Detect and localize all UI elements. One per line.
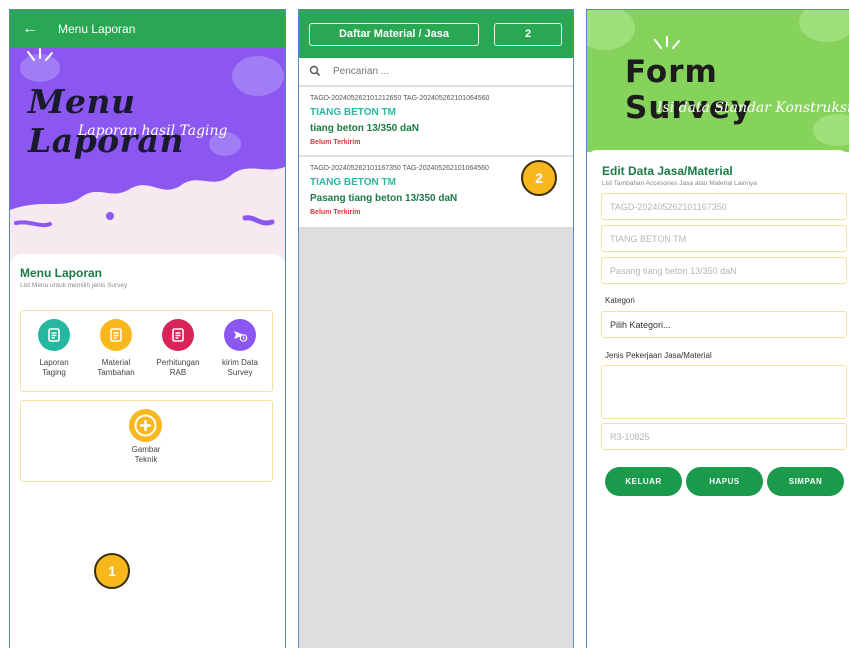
form-card: Edit Data Jasa/Material List Tambahan Ac… [587, 150, 849, 648]
list-title-pill: Daftar Material / Jasa [309, 23, 479, 46]
menu-laporan-screen: ← Menu Laporan Menu Laporan Laporan hasi… [9, 9, 286, 648]
app-bar: Daftar Material / Jasa 2 [299, 10, 573, 58]
item-count-pill: 2 [494, 23, 562, 46]
menu-item-gambar-teknik[interactable]: Gambar Teknik [20, 400, 273, 482]
document-icon [38, 319, 70, 351]
search-bar [299, 58, 573, 85]
menu-item-label: Laporan [39, 358, 69, 367]
item-description: tiang beton 13/350 daN [310, 123, 419, 134]
code-field[interactable]: R3-10825 [601, 423, 847, 450]
form-survey-screen: Form Survey Isi data Standar Konstruksi … [586, 9, 849, 648]
item-tag: TAGD-202405262101212650 TAG-202405262101… [310, 95, 490, 102]
hero-subtitle: Laporan hasil Taging [78, 123, 228, 139]
menu-item-label: Survey [227, 368, 253, 377]
menu-item-label: Taging [42, 368, 66, 377]
search-input[interactable] [333, 63, 533, 79]
hero-subtitle: Isi data Standar Konstruksi [657, 100, 849, 116]
tagd-field[interactable]: TAGD-202405262101167350 [601, 193, 847, 220]
jenis-pekerjaan-label: Jenis Pekerjaan Jasa/Material [605, 351, 712, 360]
material-field[interactable]: TIANG BETON TM [601, 225, 847, 252]
item-description: Pasang tiang beton 13/350 daN [310, 193, 458, 204]
item-status: Belum Terkirim [310, 139, 361, 146]
menu-subtitle: List Menu untuk memilih jenis Survey [20, 282, 128, 289]
simpan-button[interactable]: SIMPAN [767, 467, 844, 496]
jenis-pekerjaan-textarea[interactable] [601, 365, 847, 419]
hero-title: Menu Laporan [28, 82, 184, 160]
app-bar: ← Menu Laporan [10, 10, 285, 48]
list-item[interactable]: TAGD-202405262101212650 TAG-202405262101… [299, 87, 573, 155]
menu-item-laporan-taging[interactable]: Laporan Taging [24, 319, 84, 378]
item-name: TIANG BETON TM [310, 177, 396, 188]
menu-grid: Laporan Taging Material Tambahan Perhitung… [20, 310, 273, 392]
keluar-button[interactable]: KELUAR [605, 467, 682, 496]
search-icon [309, 64, 321, 82]
kategori-select[interactable]: Pilih Kategori... [601, 311, 847, 338]
menu-item-label: kirim Data [221, 358, 258, 367]
kategori-label: Kategori [605, 296, 635, 305]
form-subtitle: List Tambahan Accesories Jasa atau Mater… [602, 180, 757, 187]
item-status: Belum Terkirim [310, 209, 361, 216]
plus-icon [129, 409, 162, 442]
menu-item-material-tambahan[interactable]: Material Tambahan [86, 319, 146, 378]
menu-item-label: Material [101, 358, 131, 367]
hapus-button[interactable]: HAPUS [686, 467, 763, 496]
item-tag: TAGD-202405262101167350 TAG-202405262101… [310, 165, 489, 172]
menu-item-label: Tambahan [97, 368, 135, 377]
app-bar-title: Menu Laporan [58, 22, 136, 36]
menu-item-label: Teknik [134, 455, 158, 464]
form-title: Edit Data Jasa/Material [602, 164, 733, 178]
menu-item-kirim-data-survey[interactable]: kirim Data Survey [210, 319, 270, 378]
document-icon [162, 319, 194, 351]
daftar-material-screen: Daftar Material / Jasa 2 TAGD-2024052621… [298, 9, 574, 648]
item-name: TIANG BETON TM [310, 107, 396, 118]
menu-item-label: Gambar [131, 445, 161, 454]
menu-title: Menu Laporan [20, 266, 103, 280]
arrow-left-icon[interactable]: ← [22, 19, 38, 39]
description-field[interactable]: Pasang tiang beton 13/350 daN [601, 257, 847, 284]
menu-item-perhitungan-rab[interactable]: Perhitungan RAB [148, 319, 208, 378]
hero-banner: Menu Laporan Laporan hasil Taging [10, 48, 285, 263]
menu-item-label: RAB [169, 368, 187, 377]
document-icon [100, 319, 132, 351]
step-marker-1: 1 [94, 553, 130, 589]
send-clock-icon [224, 319, 256, 351]
menu-item-label: Perhitungan [156, 358, 200, 367]
menu-card: Menu Laporan List Menu untuk memilih jen… [10, 254, 285, 648]
step-marker-2: 2 [521, 160, 557, 196]
hero-banner: Form Survey Isi data Standar Konstruksi [587, 10, 849, 152]
